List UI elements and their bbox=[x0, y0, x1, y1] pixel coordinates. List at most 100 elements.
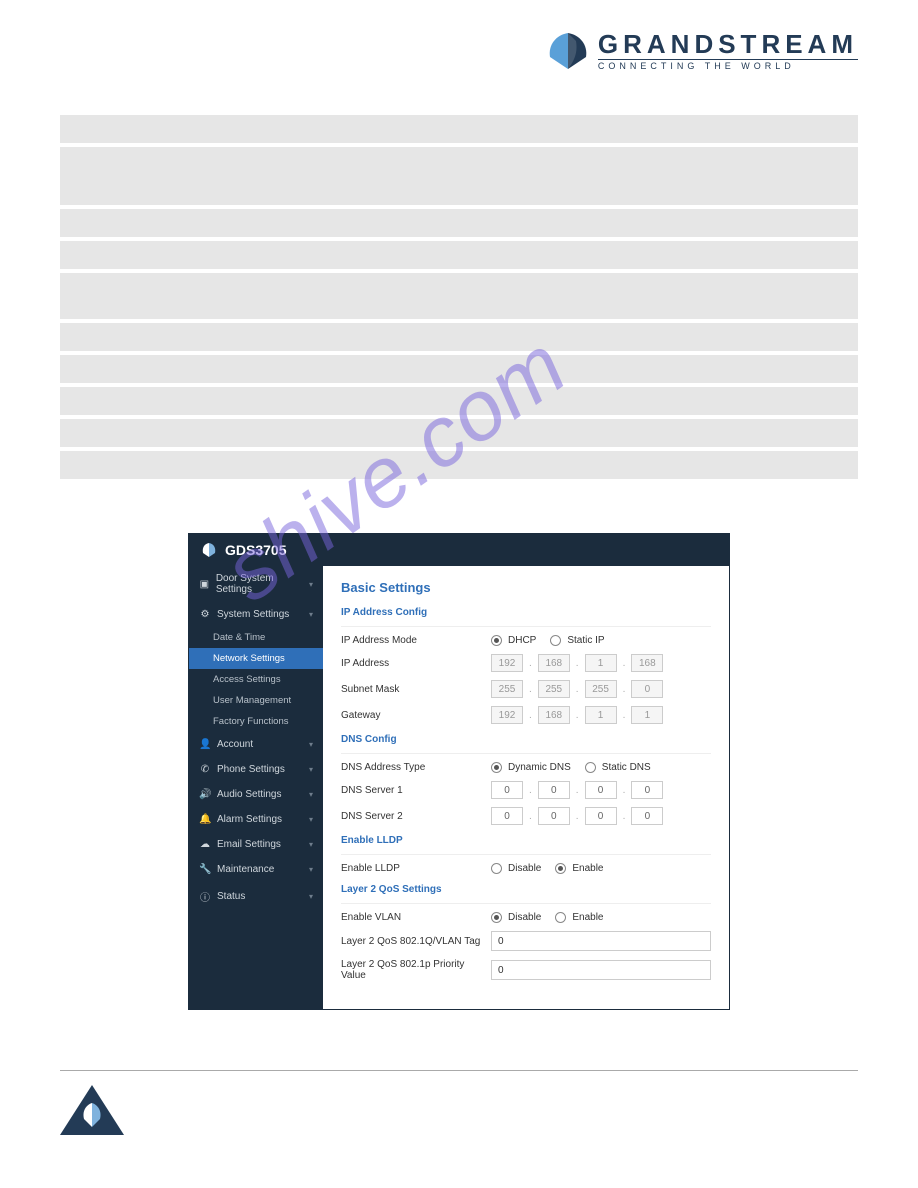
group-lldp: Enable LLDP bbox=[341, 835, 711, 846]
sidebar: ▣ Door System Settings ▾ ⚙ System Settin… bbox=[189, 566, 323, 1009]
sidebar-item-audio[interactable]: 🔊 Audio Settings ▾ bbox=[189, 782, 323, 807]
radio-vlan-disable[interactable] bbox=[491, 912, 502, 923]
group-dns: DNS Config bbox=[341, 734, 711, 745]
subnet-octet[interactable] bbox=[585, 680, 617, 698]
label-ip-address: IP Address bbox=[341, 658, 491, 669]
setting-label bbox=[60, 355, 242, 383]
user-icon: 👤 bbox=[199, 739, 211, 750]
grandstream-mini-icon bbox=[201, 542, 217, 558]
gw-octet[interactable] bbox=[491, 706, 523, 724]
label-dns-type: DNS Address Type bbox=[341, 762, 491, 773]
sidebar-sub-access[interactable]: Access Settings bbox=[189, 669, 323, 690]
radio-dynamic-dns[interactable] bbox=[491, 762, 502, 773]
gw-octet[interactable] bbox=[538, 706, 570, 724]
brand-tagline: CONNECTING THE WORLD bbox=[598, 59, 858, 72]
setting-desc bbox=[242, 273, 858, 319]
chevron-down-icon: ▾ bbox=[309, 790, 313, 799]
ip-octet[interactable] bbox=[585, 654, 617, 672]
sidebar-item-label: Email Settings bbox=[217, 839, 281, 850]
label-dns1: DNS Server 1 bbox=[341, 785, 491, 796]
chevron-down-icon: ▾ bbox=[309, 740, 313, 749]
label-gateway: Gateway bbox=[341, 710, 491, 721]
radio-vlan-enable[interactable] bbox=[555, 912, 566, 923]
subnet-octet[interactable] bbox=[491, 680, 523, 698]
sidebar-item-account[interactable]: 👤 Account ▾ bbox=[189, 732, 323, 757]
sidebar-sub-datetime[interactable]: Date & Time bbox=[189, 627, 323, 648]
grandstream-logo-icon bbox=[546, 31, 590, 71]
radio-dhcp[interactable] bbox=[491, 635, 502, 646]
setting-label bbox=[60, 209, 242, 237]
table-row bbox=[60, 323, 858, 351]
table-row bbox=[60, 115, 858, 143]
dns1-octet[interactable] bbox=[491, 781, 523, 799]
radio-static-ip[interactable] bbox=[550, 635, 561, 646]
door-icon: ▣ bbox=[199, 579, 210, 590]
dns2-octet[interactable] bbox=[491, 807, 523, 825]
table-row bbox=[60, 147, 858, 205]
sidebar-item-door-system[interactable]: ▣ Door System Settings ▾ bbox=[189, 566, 323, 602]
sidebar-item-system[interactable]: ⚙ System Settings ▾ bbox=[189, 602, 323, 627]
dns1-octet[interactable] bbox=[538, 781, 570, 799]
group-qos: Layer 2 QoS Settings bbox=[341, 884, 711, 895]
sidebar-sub-network[interactable]: Network Settings bbox=[189, 648, 323, 669]
radio-label: DHCP bbox=[508, 635, 536, 646]
label-lldp: Enable LLDP bbox=[341, 863, 491, 874]
sidebar-sub-factory[interactable]: Factory Functions bbox=[189, 711, 323, 732]
radio-label: Static IP bbox=[567, 635, 604, 646]
sidebar-sub-usermgmt[interactable]: User Management bbox=[189, 690, 323, 711]
chevron-down-icon: ▾ bbox=[309, 840, 313, 849]
panel-header: GDS3705 bbox=[189, 534, 729, 566]
brand-name: GRANDSTREAM bbox=[598, 30, 858, 59]
dns2-octet[interactable] bbox=[631, 807, 663, 825]
gw-octet[interactable] bbox=[585, 706, 617, 724]
dns1-octet[interactable] bbox=[585, 781, 617, 799]
radio-label: Enable bbox=[572, 912, 603, 923]
table-row bbox=[60, 451, 858, 479]
sidebar-item-email[interactable]: ☁ Email Settings ▾ bbox=[189, 832, 323, 857]
sidebar-item-phone[interactable]: ✆ Phone Settings ▾ bbox=[189, 757, 323, 782]
setting-desc bbox=[242, 209, 858, 237]
bell-icon: 🔔 bbox=[199, 814, 211, 825]
dns1-octet[interactable] bbox=[631, 781, 663, 799]
setting-desc bbox=[242, 147, 858, 205]
chevron-down-icon: ▾ bbox=[309, 865, 313, 874]
gw-octet[interactable] bbox=[631, 706, 663, 724]
chevron-down-icon: ▾ bbox=[309, 580, 313, 589]
setting-desc bbox=[242, 115, 858, 143]
page-title: Basic Settings bbox=[341, 580, 711, 595]
ip-octet[interactable] bbox=[491, 654, 523, 672]
setting-label bbox=[60, 115, 242, 143]
radio-label: Static DNS bbox=[602, 762, 651, 773]
wrench-icon: 🔧 bbox=[199, 864, 211, 875]
panel-title: GDS3705 bbox=[225, 542, 286, 558]
input-qos-tag[interactable] bbox=[491, 931, 711, 951]
subnet-octet[interactable] bbox=[631, 680, 663, 698]
radio-static-dns[interactable] bbox=[585, 762, 596, 773]
dns2-octet[interactable] bbox=[538, 807, 570, 825]
label-qos-tag: Layer 2 QoS 802.1Q/VLAN Tag bbox=[341, 936, 491, 947]
radio-label: Disable bbox=[508, 863, 541, 874]
sidebar-item-label: Status bbox=[217, 891, 245, 902]
input-qos-prio[interactable] bbox=[491, 960, 711, 980]
sidebar-item-status[interactable]: ⓘ Status ▾ bbox=[189, 882, 323, 911]
setting-label bbox=[60, 451, 242, 479]
label-dns2: DNS Server 2 bbox=[341, 811, 491, 822]
phone-icon: ✆ bbox=[199, 764, 211, 775]
ip-octet[interactable] bbox=[538, 654, 570, 672]
settings-description-table bbox=[60, 111, 858, 483]
ip-octet[interactable] bbox=[631, 654, 663, 672]
radio-lldp-disable[interactable] bbox=[491, 863, 502, 874]
sidebar-item-alarm[interactable]: 🔔 Alarm Settings ▾ bbox=[189, 807, 323, 832]
sidebar-item-label: Account bbox=[217, 739, 253, 750]
dns2-octet[interactable] bbox=[585, 807, 617, 825]
setting-label bbox=[60, 419, 242, 447]
chevron-down-icon: ▾ bbox=[309, 765, 313, 774]
sidebar-item-maintenance[interactable]: 🔧 Maintenance ▾ bbox=[189, 857, 323, 882]
content-area: Basic Settings IP Address Config IP Addr… bbox=[323, 566, 729, 1009]
table-row bbox=[60, 355, 858, 383]
sidebar-item-label: Audio Settings bbox=[217, 789, 282, 800]
setting-desc bbox=[242, 419, 858, 447]
table-row bbox=[60, 273, 858, 319]
radio-lldp-enable[interactable] bbox=[555, 863, 566, 874]
subnet-octet[interactable] bbox=[538, 680, 570, 698]
